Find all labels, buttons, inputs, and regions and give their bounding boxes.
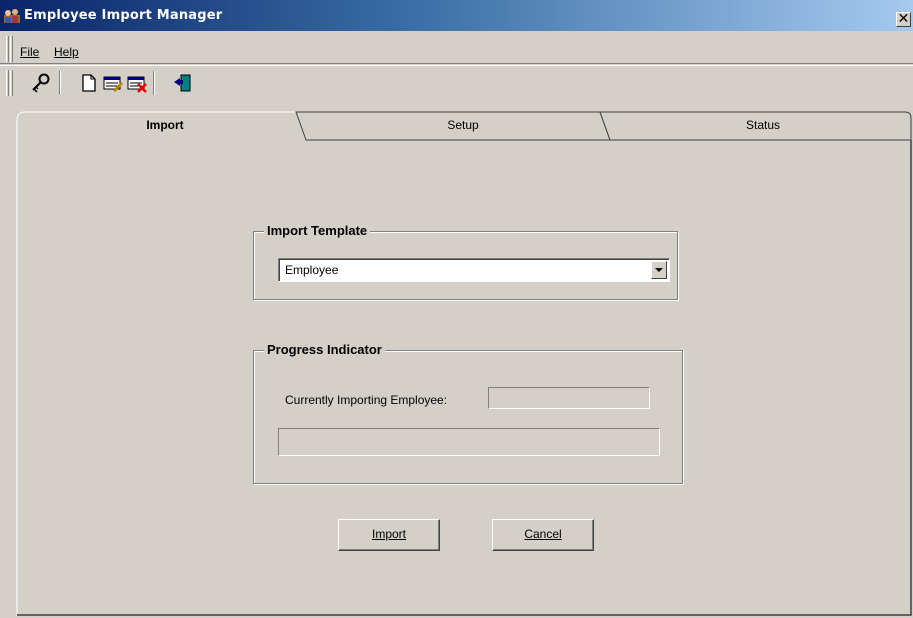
import-button[interactable]: Import xyxy=(338,519,440,551)
template-select[interactable]: Employee xyxy=(278,258,670,282)
window-title: Employee Import Manager xyxy=(24,8,223,23)
template-select-value: Employee xyxy=(285,263,339,277)
edit-record-icon xyxy=(103,76,124,93)
tab-status[interactable]: Status xyxy=(613,110,913,142)
app-icon xyxy=(4,9,20,23)
currently-importing-label: Currently Importing Employee: xyxy=(285,393,448,407)
dropdown-button[interactable] xyxy=(651,261,667,279)
import-template-group: Import Template Employee xyxy=(253,223,678,300)
tab-import[interactable]: Import xyxy=(17,110,313,142)
delete-button[interactable] xyxy=(126,72,148,94)
edit-button[interactable] xyxy=(102,72,124,94)
progress-indicator-group: Progress Indicator Currently Importing E… xyxy=(253,342,683,484)
menu-file-label: File xyxy=(20,45,40,59)
menu-file[interactable]: File xyxy=(20,45,39,59)
toolbar-grip-2[interactable] xyxy=(10,70,13,96)
menubar-grip[interactable] xyxy=(6,36,9,62)
toolbar-grip[interactable] xyxy=(6,70,9,96)
toolbar-separator xyxy=(59,71,61,95)
close-button[interactable]: ✕ xyxy=(896,12,911,27)
currently-importing-field xyxy=(488,387,650,409)
title-bar[interactable]: Employee Import Manager ✕ xyxy=(0,0,913,31)
toolbar xyxy=(0,65,913,100)
import-button-label: Import xyxy=(371,527,406,541)
new-button[interactable] xyxy=(78,72,100,94)
menu-help[interactable]: Help xyxy=(54,45,79,59)
menubar-grip-2[interactable] xyxy=(10,36,13,62)
cancel-button[interactable]: Cancel xyxy=(492,519,594,551)
exit-door-icon xyxy=(174,74,191,92)
progress-bar xyxy=(278,428,660,456)
import-template-legend: Import Template xyxy=(264,223,371,238)
toolbar-separator-2 xyxy=(153,71,155,95)
cancel-button-label: Cancel xyxy=(524,527,562,541)
key-icon xyxy=(32,73,50,93)
new-document-icon xyxy=(82,74,96,92)
tab-setup[interactable]: Setup xyxy=(313,110,613,142)
delete-record-icon xyxy=(127,76,147,93)
exit-button[interactable] xyxy=(172,72,194,94)
menu-help-label: Help xyxy=(54,45,79,59)
key-button[interactable] xyxy=(30,72,52,94)
menu-bar: File Help xyxy=(0,33,913,64)
chevron-down-icon xyxy=(655,268,663,272)
progress-indicator-legend: Progress Indicator xyxy=(264,342,385,357)
